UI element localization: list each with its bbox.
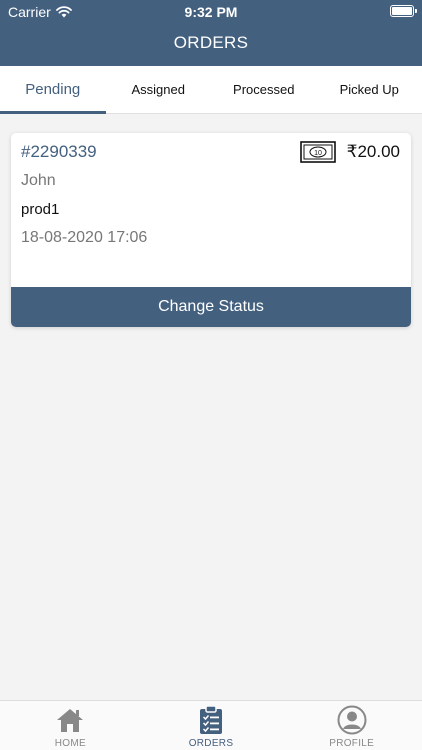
status-time: 9:32 PM [184, 4, 238, 20]
order-price-group: 10 ₹20.00 [299, 141, 400, 163]
tab-processed[interactable]: Processed [211, 66, 317, 113]
nav-home-label: HOME [54, 738, 86, 749]
home-icon [55, 705, 85, 735]
cash-icon-label: 10 [314, 150, 322, 157]
nav-profile-label: PROFILE [329, 738, 375, 749]
clipboard-icon [196, 705, 226, 735]
status-bar: Carrier 9:32 PM [0, 0, 422, 22]
customer-name: John [21, 172, 56, 189]
order-id: #2290339 [21, 142, 97, 161]
order-datetime: 18-08-2020 17:06 [21, 229, 148, 246]
nav-profile[interactable]: PROFILE [281, 701, 422, 750]
order-status-tabs: Pending Assigned Processed Picked Up [0, 66, 422, 114]
change-status-button[interactable]: Change Status [11, 287, 411, 327]
profile-icon [337, 705, 367, 735]
order-price: ₹20.00 [346, 142, 400, 161]
page-title: ORDERS [173, 33, 249, 52]
cash-icon: 10 [299, 141, 336, 163]
order-card[interactable]: #2290339 10 ₹20.00 John prod1 18-08-2020… [11, 133, 411, 327]
bottom-nav: HOME ORDERS PROFILE [0, 700, 422, 750]
product-name: prod1 [21, 201, 60, 218]
tab-assigned[interactable]: Assigned [106, 66, 212, 113]
app-header: Carrier 9:32 PM ORDERS [0, 0, 422, 66]
tab-picked-up[interactable]: Picked Up [317, 66, 422, 113]
nav-orders-label: ORDERS [188, 738, 234, 749]
nav-orders[interactable]: ORDERS [141, 701, 282, 750]
battery-icon [390, 5, 417, 17]
nav-home[interactable]: HOME [0, 701, 141, 750]
tab-pending[interactable]: Pending [0, 66, 106, 114]
